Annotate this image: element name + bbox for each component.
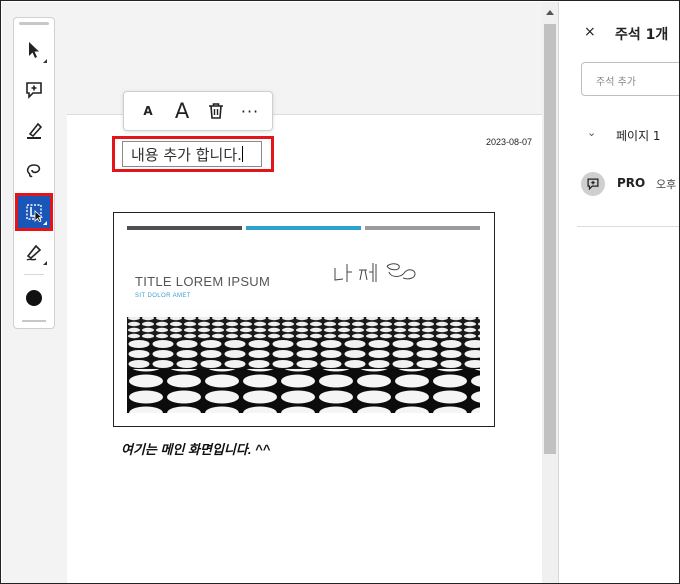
- cursor-arrow-icon: [29, 42, 39, 58]
- pen-sign-icon: [26, 244, 42, 261]
- annotation-toolbar: [13, 17, 55, 329]
- highlighter-pen-icon: [27, 122, 43, 139]
- comment-plus-icon: [26, 82, 42, 99]
- more-options-button[interactable]: ···: [236, 96, 264, 126]
- comments-panel: × 주석 1개 주석 추가 ⌄ 페이지 1 PRO 오후: [558, 2, 679, 583]
- comment-author: PRO: [617, 176, 646, 190]
- trash-icon: [209, 103, 223, 119]
- slide-title: TITLE LOREM IPSUM: [135, 274, 271, 289]
- slide-accent-bar-blue: [246, 226, 361, 230]
- comment-avatar: [581, 172, 605, 196]
- slide-accent-bar-dark: [127, 226, 242, 230]
- app-window: A A ··· 내용 추가 합니다. 2023-08-07 TITLE LORE…: [0, 0, 680, 584]
- slide-photo: [127, 309, 480, 413]
- text-format-toolbar: A A ···: [123, 91, 273, 131]
- comment-plus-icon: [587, 178, 599, 191]
- scroll-up-arrow-icon[interactable]: [546, 10, 554, 15]
- scrollbar-thumb[interactable]: [544, 24, 556, 454]
- comments-panel-title: 주석 1개: [615, 27, 669, 43]
- annotation-text-box[interactable]: 내용 추가 합니다.: [122, 141, 262, 167]
- chevron-down-icon[interactable]: ⌄: [587, 126, 596, 139]
- delete-button[interactable]: [204, 96, 228, 126]
- slide-accent-bar-gray: [365, 226, 480, 230]
- toolbar-drag-handle[interactable]: [19, 22, 49, 25]
- document-date: 2023-08-07: [486, 137, 533, 147]
- submenu-indicator: [43, 261, 47, 265]
- submenu-indicator: [43, 59, 47, 63]
- highlight-tool-button[interactable]: [18, 114, 50, 146]
- text-box-tool-button[interactable]: [15, 193, 53, 231]
- toolbar-divider: [24, 274, 44, 275]
- text-caret: [241, 146, 243, 162]
- vertical-scrollbar[interactable]: [542, 2, 558, 583]
- text-box-icon: [26, 204, 44, 222]
- freehand-tool-button[interactable]: [18, 154, 50, 186]
- select-tool-button[interactable]: [18, 34, 50, 66]
- comment-time: 오후: [656, 178, 677, 191]
- slide-subtitle: SIT DOLOR AMET: [135, 293, 191, 299]
- increase-font-size-button[interactable]: A: [170, 96, 194, 126]
- add-comment-input[interactable]: 주석 추가: [581, 62, 679, 96]
- lasso-icon: [26, 164, 41, 178]
- annotation-text: 내용 추가 합니다.: [131, 146, 242, 164]
- decrease-font-size-button[interactable]: A: [136, 96, 160, 126]
- submenu-indicator: [43, 221, 47, 225]
- color-picker-swatch[interactable]: [26, 290, 42, 306]
- close-panel-button[interactable]: ×: [584, 24, 596, 40]
- signature-tool-button[interactable]: [18, 236, 50, 268]
- panel-divider: [577, 226, 679, 227]
- add-comment-tool-button[interactable]: [18, 74, 50, 106]
- toolbar-bottom-handle: [22, 320, 46, 322]
- page-group-label[interactable]: 페이지 1: [616, 127, 661, 144]
- slide-thumbnail: TITLE LOREM IPSUM SIT DOLOR AMET: [113, 212, 495, 427]
- main-caption: 여기는 메인 화면입니다. ^^: [121, 442, 271, 457]
- handwritten-signature: [334, 263, 416, 282]
